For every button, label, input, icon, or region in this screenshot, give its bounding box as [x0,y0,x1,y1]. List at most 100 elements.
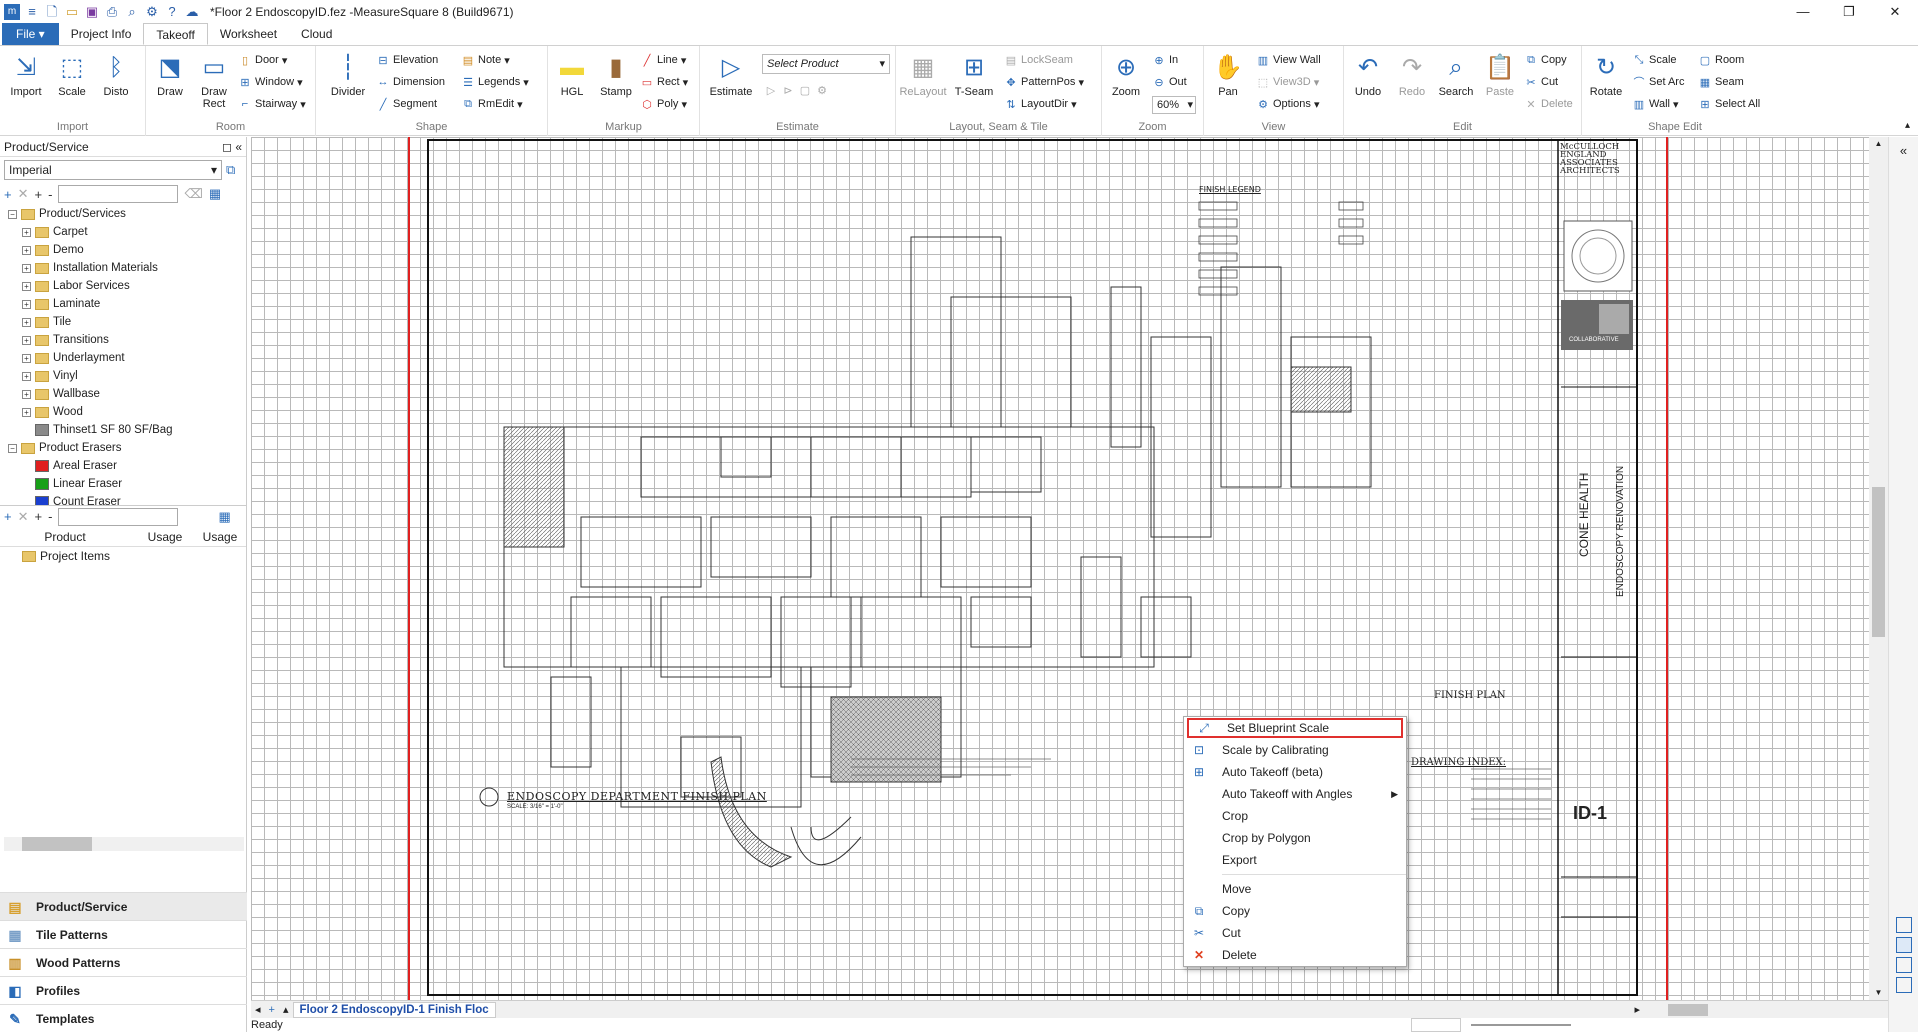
copy-button[interactable]: ⧉ Copy [1524,50,1567,70]
rotate-button[interactable]: ↻ Rotate [1584,52,1628,98]
tree-node[interactable]: + Transitions [0,331,246,349]
side-tool-2-icon[interactable] [1896,937,1912,953]
undo-button[interactable]: ↶ Undo [1346,52,1390,98]
tree-node[interactable]: +Count Eraser [0,493,246,505]
tab-takeoff[interactable]: Takeoff [143,23,208,45]
segment-button[interactable]: ╱ Segment [376,94,437,114]
project-items-node[interactable]: Project Items [0,547,246,565]
expand-toggle-icon[interactable]: + [22,353,31,363]
line-button[interactable]: ╱ Line ▾ [640,50,687,70]
prev-sheet-icon[interactable]: ◂ [251,1003,265,1016]
canvas-vscroll[interactable]: ▲ ▼ [1869,137,1888,1000]
tab-file[interactable]: File ▾ [2,23,59,45]
elevation-button[interactable]: ⊟ Elevation [376,50,438,70]
expand-toggle-icon[interactable]: + [22,281,31,291]
wall-button[interactable]: ▥ Wall ▾ [1632,94,1679,114]
view-wall-button[interactable]: ▥ View Wall [1256,50,1321,70]
menu-item-crop[interactable]: Crop [1184,805,1406,827]
project-grid-icon[interactable]: ▦ [218,509,230,525]
project-filter-input[interactable] [58,507,179,526]
scroll-down-arrow[interactable]: ▼ [1869,986,1888,1000]
menu-icon[interactable]: ≡ [24,4,40,20]
menu-item-auto-takeoff-beta[interactable]: ⊞ Auto Takeoff (beta) [1184,761,1406,783]
print-icon[interactable]: ⎙ [104,4,120,20]
tree-node[interactable]: + Wood [0,403,246,421]
menu-item-move[interactable]: Move [1184,878,1406,900]
tseam-button[interactable]: ⊞ T-Seam [952,52,996,98]
tab-cloud[interactable]: Cloud [289,23,344,45]
save-icon[interactable]: ▣ [84,4,100,20]
restore-button[interactable]: ❐ [1826,0,1872,24]
tree-node[interactable]: − Product Erasers [0,439,246,457]
panel-hscroll[interactable] [4,837,244,851]
side-tool-1-icon[interactable] [1896,917,1912,933]
poly-button[interactable]: ⬡ Poly ▾ [640,94,687,114]
add-sheet-icon[interactable]: + [265,1004,279,1016]
col-usage-1[interactable]: Usage [130,530,200,544]
step-down-icon[interactable]: - [48,187,52,202]
legends-button[interactable]: ☰ Legends ▾ [461,72,529,92]
menu-item-delete[interactable]: ✕ Delete [1184,944,1406,966]
tree-node[interactable]: + Underlayment [0,349,246,367]
zoom-slider[interactable] [1471,1024,1571,1026]
help-icon[interactable]: ? [164,4,180,20]
draw-rect-button[interactable]: ▭ Draw Rect [192,52,236,110]
zoom-out-button[interactable]: ⊖ Out [1152,72,1186,92]
side-tool-3-icon[interactable] [1896,957,1912,973]
select-product-dropdown[interactable]: Select Product ▾ [762,54,890,74]
nav-item[interactable]: ▥ Wood Patterns [0,948,247,976]
unit-dropdown[interactable]: Imperial ▾ [4,160,222,180]
expand-toggle-icon[interactable]: + [22,335,31,345]
expand-toggle-icon[interactable]: − [8,209,17,219]
tree-node[interactable]: +Thinset1 SF 80 SF/Bag [0,421,246,439]
menu-item-export[interactable]: Export [1184,849,1406,871]
collapse-ribbon-icon[interactable]: ▴ [1905,120,1910,131]
col-usage-2[interactable]: Usage [200,530,240,544]
nav-item[interactable]: ✎ Templates [0,1004,247,1032]
paste-button[interactable]: 📋 Paste [1478,52,1522,98]
product-filter-input[interactable] [58,185,179,203]
remove-project-icon[interactable]: ✕ [18,509,29,525]
zoom-button[interactable]: ⊕ Zoom [1104,52,1148,98]
add-project-icon[interactable]: + [4,509,12,524]
vscroll-thumb[interactable] [1872,487,1885,637]
tree-node[interactable]: + Carpet [0,223,246,241]
expand-toggle-icon[interactable]: + [22,407,31,417]
tree-node[interactable]: + Demo [0,241,246,259]
note-button[interactable]: ▤ Note ▾ [461,50,510,70]
expand-toggle-icon[interactable]: + [22,317,31,327]
tree-node[interactable]: + Vinyl [0,367,246,385]
drawing-canvas[interactable]: FINISH LEGEND ENDOSCOPY DEPARTMENT FINIS… [251,137,1888,1000]
lockseam-button[interactable]: ▤ LockSeam [1004,50,1073,70]
select-all-button[interactable]: ⊞ Select All [1698,94,1760,114]
divider-button[interactable]: ┆ Divider [326,52,370,98]
delete-button[interactable]: ✕ Delete [1524,94,1572,114]
step-up-icon[interactable]: + [35,187,43,202]
set-arc-button[interactable]: ⌒ Set Arc [1632,72,1685,92]
view3d-button[interactable]: ⬚ View3D ▾ [1256,72,1320,92]
side-tool-4-icon[interactable] [1896,977,1912,993]
add-icon[interactable]: + [4,187,12,202]
expand-panel-icon[interactable]: « [1889,143,1918,158]
redo-button[interactable]: ↷ Redo [1390,52,1434,98]
expand-toggle-icon[interactable]: + [22,389,31,399]
scale-button[interactable]: ⬚ Scale [50,52,94,98]
room-button[interactable]: ▢ Room [1698,50,1745,70]
sheet-tab-active[interactable]: Floor 2 EndoscopyID-1 Finish Floc [292,1001,496,1018]
play-icon[interactable]: ▷ [764,84,778,97]
preview-icon[interactable]: ⌕ [124,4,140,20]
hscroll-thumb[interactable] [1668,1003,1708,1016]
remove-icon[interactable]: ✕ [18,186,29,202]
panel-pin-icon[interactable]: ◻ « [222,140,242,154]
door-button[interactable]: ▯ Door ▾ [238,50,287,70]
grid-view-icon[interactable]: ▦ [209,186,221,202]
tree-node[interactable]: + Installation Materials [0,259,246,277]
tab-worksheet[interactable]: Worksheet [208,23,289,45]
tree-node[interactable]: +Areal Eraser [0,457,246,475]
estimate-settings-icon[interactable]: ⚙ [815,84,829,97]
step-icon[interactable]: ⊳ [781,84,795,97]
new-file-icon[interactable]: 🗋 [44,4,60,20]
patternpos-button[interactable]: ✥ PatternPos ▾ [1004,72,1084,92]
tree-node[interactable]: + Wallbase [0,385,246,403]
import-button[interactable]: ⇲ Import [4,52,48,98]
